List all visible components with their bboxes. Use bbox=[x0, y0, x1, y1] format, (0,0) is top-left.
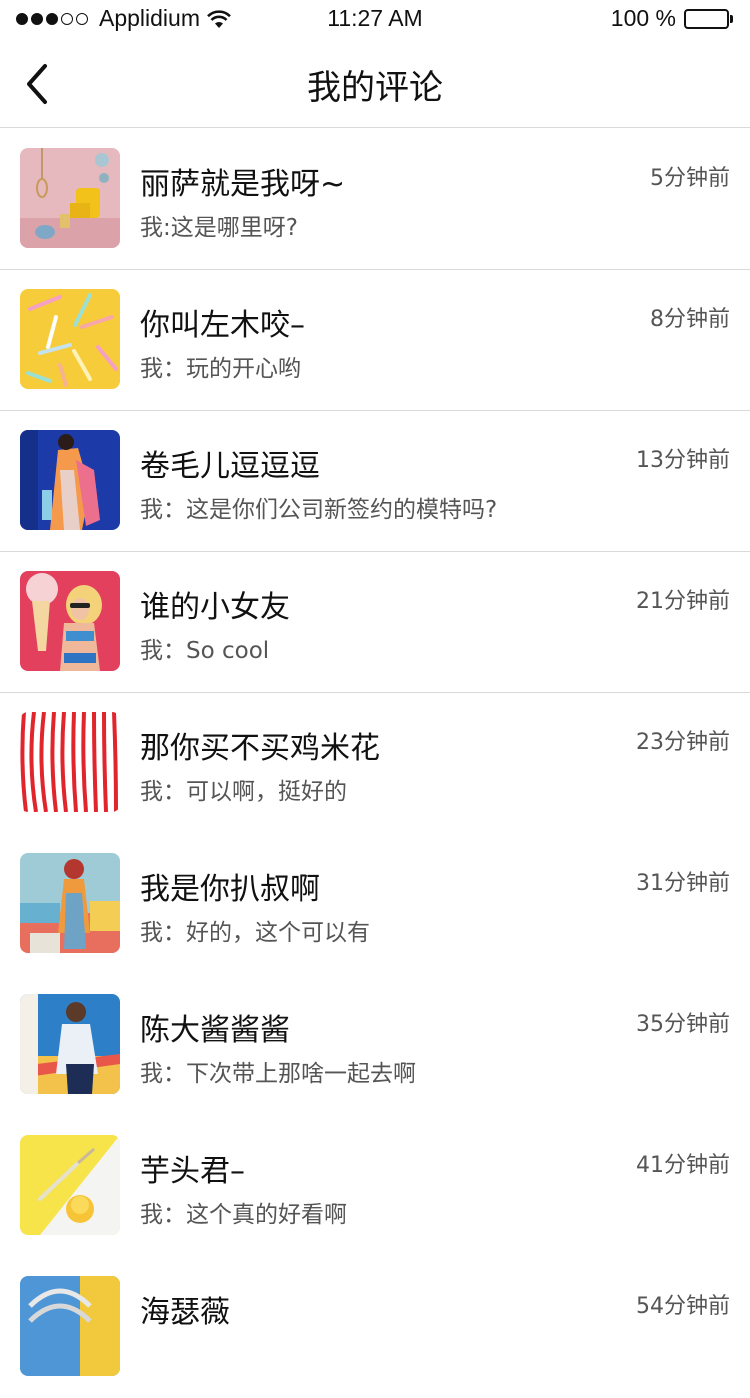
status-bar: Applidium 11:27 AM 100 % bbox=[0, 0, 750, 38]
commenter-name: 陈大酱酱酱 bbox=[140, 1013, 290, 1048]
navigation-bar: 我的评论 bbox=[0, 38, 750, 128]
user-avatar[interactable] bbox=[20, 571, 120, 671]
commenter-name: 我是你扒叔啊 bbox=[140, 872, 320, 907]
user-avatar[interactable] bbox=[20, 148, 120, 248]
comment-list-item[interactable]: 芋头君– 我：这个真的好看啊 41分钟前 bbox=[0, 1116, 750, 1257]
commenter-name: 海瑟薇 bbox=[140, 1295, 230, 1330]
commenter-name: 卷毛儿逗逗逗 bbox=[140, 449, 320, 484]
user-avatar[interactable] bbox=[20, 289, 120, 389]
comment-list-item[interactable]: 你叫左木咬– 我：玩的开心哟 8分钟前 bbox=[0, 270, 750, 411]
battery-percentage: 100 % bbox=[610, 5, 676, 31]
battery-icon bbox=[684, 8, 734, 29]
status-right: 100 % bbox=[611, 5, 734, 32]
comment-text: 我：这个真的好看啊 bbox=[140, 1202, 347, 1228]
comment-time: 5分钟前 bbox=[650, 166, 730, 191]
commenter-name: 丽萨就是我呀~ bbox=[140, 167, 346, 202]
comment-text: 我：So cool bbox=[140, 638, 270, 664]
comment-list-item[interactable]: 我是你扒叔啊 我：好的，这个可以有 31分钟前 bbox=[0, 834, 750, 975]
comment-text: 我:这是哪里呀? bbox=[140, 215, 298, 241]
comment-text: 我：玩的开心哟 bbox=[140, 356, 301, 382]
comment-text: 我：好的，这个可以有 bbox=[140, 920, 370, 946]
comment-list-item[interactable]: 丽萨就是我呀~ 我:这是哪里呀? 5分钟前 bbox=[0, 129, 750, 270]
comment-time: 21分钟前 bbox=[636, 589, 730, 614]
commenter-name: 那你买不买鸡米花 bbox=[140, 731, 380, 766]
user-avatar[interactable] bbox=[20, 430, 120, 530]
comment-time: 13分钟前 bbox=[636, 448, 730, 473]
user-avatar[interactable] bbox=[20, 853, 120, 953]
commenter-name: 你叫左木咬– bbox=[140, 308, 305, 343]
comment-list: 丽萨就是我呀~ 我:这是哪里呀? 5分钟前 你叫左木咬– 我：玩的开心哟 8分钟… bbox=[0, 129, 750, 1398]
chevron-left-icon bbox=[27, 64, 47, 104]
comment-time: 41分钟前 bbox=[636, 1153, 730, 1178]
comment-list-item[interactable]: 那你买不买鸡米花 我：可以啊，挺好的 23分钟前 bbox=[0, 693, 750, 834]
comment-text: 我：可以啊，挺好的 bbox=[140, 779, 347, 805]
commenter-name: 芋头君– bbox=[140, 1154, 245, 1189]
commenter-name: 谁的小女友 bbox=[140, 590, 290, 625]
comment-list-item[interactable]: 卷毛儿逗逗逗 我：这是你们公司新签约的模特吗? 13分钟前 bbox=[0, 411, 750, 552]
user-avatar[interactable] bbox=[20, 712, 120, 812]
comment-text: 我：这是你们公司新签约的模特吗? bbox=[140, 497, 498, 523]
back-button[interactable] bbox=[12, 58, 60, 110]
comment-time: 23分钟前 bbox=[636, 730, 730, 755]
page-title: 我的评论 bbox=[307, 68, 443, 108]
user-avatar[interactable] bbox=[20, 1276, 120, 1376]
user-avatar[interactable] bbox=[20, 994, 120, 1094]
comment-list-item[interactable]: 谁的小女友 我：So cool 21分钟前 bbox=[0, 552, 750, 693]
comment-list-item[interactable]: 陈大酱酱酱 我：下次带上那啥一起去啊 35分钟前 bbox=[0, 975, 750, 1116]
comment-list-item[interactable]: 海瑟薇 54分钟前 bbox=[0, 1257, 750, 1398]
comment-time: 31分钟前 bbox=[636, 871, 730, 896]
comment-time: 35分钟前 bbox=[636, 1012, 730, 1037]
comment-text: 我：下次带上那啥一起去啊 bbox=[140, 1061, 416, 1087]
comment-time: 54分钟前 bbox=[636, 1294, 730, 1319]
user-avatar[interactable] bbox=[20, 1135, 120, 1235]
comment-time: 8分钟前 bbox=[650, 307, 730, 332]
